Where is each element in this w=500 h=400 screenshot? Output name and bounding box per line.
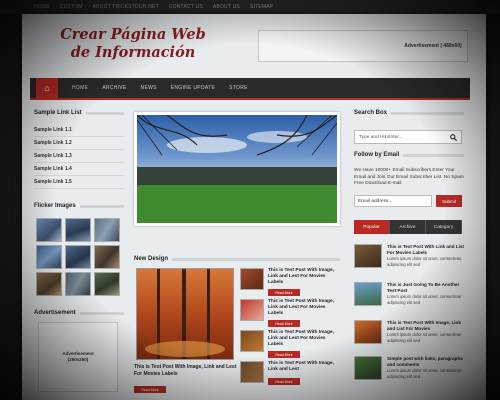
post-title[interactable]: This is Test Post With Image, Link and L… bbox=[268, 330, 334, 348]
post-item: This is Test Post With Image, Link and L… bbox=[240, 299, 340, 329]
nav-item-archive[interactable]: ARCHIVE bbox=[102, 85, 126, 91]
popular-post-title[interactable]: Simple post with links, paragraphs and c… bbox=[387, 356, 465, 368]
follow-description: We Have 10000+ Email Subscribers Enter Y… bbox=[354, 168, 464, 186]
header-ad[interactable]: Advertisement ( 468x60) bbox=[258, 30, 468, 62]
sidebar-tabs: Popular Archive Category bbox=[354, 220, 462, 234]
search-heading: Search Box bbox=[354, 110, 464, 116]
popular-post-title[interactable]: This is Test Post With Link and List For… bbox=[387, 244, 465, 256]
header-ad-label: Advertisement ( 468x60) bbox=[404, 43, 462, 49]
read-more-button[interactable]: Read More bbox=[134, 386, 166, 393]
read-more-button[interactable]: Read More bbox=[268, 289, 300, 296]
link-list-item[interactable]: Sample Link 1.5 bbox=[34, 176, 124, 189]
link-list-item[interactable]: Sample Link 1.3 bbox=[34, 150, 124, 163]
flickr-image[interactable] bbox=[94, 245, 120, 269]
read-more-button[interactable]: Read More bbox=[268, 351, 300, 358]
topbar-link-sitemap[interactable]: SITEMAP bbox=[250, 4, 273, 10]
popular-post: This is Just Going To Be Another Test Po… bbox=[354, 282, 464, 312]
featured-slider[interactable] bbox=[134, 112, 340, 226]
tab-popular[interactable]: Popular bbox=[354, 220, 390, 234]
featured-slider-image bbox=[137, 115, 337, 223]
popular-post: This is Test Post With Image, Link and L… bbox=[354, 320, 464, 350]
sidebar-ad-heading: Advertisement bbox=[34, 310, 124, 316]
popular-post-title[interactable]: This is Test Post With Image, Link and L… bbox=[387, 320, 465, 332]
search-icon[interactable] bbox=[450, 133, 457, 141]
search-input[interactable]: Type and Hit Enter... bbox=[359, 135, 402, 140]
topbar-link-custom[interactable]: CUSTOM bbox=[60, 4, 83, 10]
post-item: This is Test Post With Image, Link and L… bbox=[240, 330, 340, 360]
popular-post-excerpt: Lorem ipsum dolor sit amet, consectetur … bbox=[387, 368, 462, 379]
post-title[interactable]: This is Test Post With Image, Link and L… bbox=[268, 361, 334, 373]
new-design-title: New Design bbox=[134, 256, 169, 262]
popular-post-thumbnail[interactable] bbox=[354, 320, 382, 344]
link-list-item[interactable]: Sample Link 1.1 bbox=[34, 124, 124, 137]
sidebar-ad-size: (250x250) bbox=[67, 357, 89, 362]
site-logo[interactable]: Crear Página Web de Información bbox=[48, 26, 218, 62]
top-bar: HOME CUSTOM ABOUT TRICKSTOUR.NET CONTACT… bbox=[0, 0, 500, 14]
nav-item-home[interactable]: HOME bbox=[72, 85, 88, 91]
topbar-link-home[interactable]: HOME bbox=[34, 4, 50, 10]
flickr-image[interactable] bbox=[94, 218, 120, 242]
link-list-item[interactable]: Sample Link 1.2 bbox=[34, 137, 124, 150]
popular-post-excerpt: Lorem ipsum dolor sit amet, consectetur … bbox=[387, 256, 462, 267]
popular-post: Simple post with links, paragraphs and c… bbox=[354, 356, 464, 386]
topbar-link-contact[interactable]: CONTACT US bbox=[169, 4, 203, 10]
link-list-heading: Sample Link List bbox=[34, 110, 124, 116]
new-design-heading: New Design bbox=[134, 256, 340, 262]
autumn-forest-image bbox=[137, 269, 233, 359]
featured-post-title[interactable]: This is Test Post With Image, Link and L… bbox=[134, 364, 238, 378]
home-icon[interactable]: ⌂ bbox=[36, 78, 58, 98]
link-list-title: Sample Link List bbox=[34, 110, 82, 116]
flickr-image[interactable] bbox=[65, 245, 91, 269]
post-item: This is Test Post With Image, Link and L… bbox=[240, 268, 340, 298]
post-thumbnail[interactable] bbox=[240, 268, 264, 290]
nav-item-engine-update[interactable]: ENGINE UPDATE bbox=[171, 85, 215, 91]
popular-post-title[interactable]: This is Just Going To Be Another Test Po… bbox=[387, 282, 465, 294]
post-thumbnail[interactable] bbox=[240, 330, 264, 352]
nav-item-news[interactable]: NEWS bbox=[141, 85, 157, 91]
flickr-image[interactable] bbox=[65, 218, 91, 242]
featured-post-image[interactable] bbox=[136, 268, 234, 360]
popular-post-thumbnail[interactable] bbox=[354, 244, 382, 268]
main-nav: ⌂ HOME ARCHIVE NEWS ENGINE UPDATE STORE bbox=[30, 78, 470, 100]
flickr-grid bbox=[36, 218, 122, 296]
follow-heading: Follow by Email bbox=[354, 152, 464, 158]
logo-line-2: de Información bbox=[70, 44, 196, 61]
popular-post-excerpt: Lorem ipsum dolor sit amet, consectetur … bbox=[387, 332, 462, 343]
submit-button[interactable]: Submit bbox=[436, 195, 462, 207]
link-list-item[interactable]: Sample Link 1.4 bbox=[34, 163, 124, 176]
email-field[interactable]: Email address... bbox=[354, 195, 432, 207]
topbar-link-about-us[interactable]: ABOUT US bbox=[213, 4, 240, 10]
follow-title: Follow by Email bbox=[354, 152, 400, 158]
nav-item-store[interactable]: STORE bbox=[229, 85, 248, 91]
sidebar-ad[interactable]: Advertisement (250x250) bbox=[38, 322, 118, 392]
read-more-button[interactable]: Read More bbox=[268, 320, 300, 327]
flickr-heading: Flicker Images bbox=[34, 203, 124, 209]
post-thumbnail[interactable] bbox=[240, 361, 264, 383]
flickr-title: Flicker Images bbox=[34, 203, 76, 209]
search-box[interactable]: Type and Hit Enter... bbox=[354, 130, 462, 144]
post-title[interactable]: This is Test Post With Image, Link and L… bbox=[268, 268, 334, 286]
flickr-image[interactable] bbox=[65, 272, 91, 296]
post-thumbnail[interactable] bbox=[240, 299, 264, 321]
tab-category[interactable]: Category bbox=[426, 220, 462, 234]
topbar-link-about-site[interactable]: ABOUT TRICKSTOUR.NET bbox=[93, 4, 159, 10]
link-list: Sample Link 1.1 Sample Link 1.2 Sample L… bbox=[34, 124, 124, 189]
flickr-image[interactable] bbox=[36, 272, 62, 296]
flickr-image[interactable] bbox=[36, 245, 62, 269]
popular-post: This is Test Post With Link and List For… bbox=[354, 244, 464, 274]
popular-post-thumbnail[interactable] bbox=[354, 356, 382, 380]
post-item: This is Test Post With Image, Link and L… bbox=[240, 361, 340, 391]
sidebar-ad-title: Advertisement bbox=[34, 310, 76, 316]
post-title[interactable]: This is Test Post With Image, Link and L… bbox=[268, 299, 334, 317]
read-more-button[interactable]: Read More bbox=[268, 378, 300, 385]
logo-line-1: Crear Página Web bbox=[60, 26, 206, 43]
tab-archive[interactable]: Archive bbox=[390, 220, 426, 234]
popular-post-excerpt: Lorem ipsum dolor sit amet, consectetur … bbox=[387, 294, 462, 305]
flickr-image[interactable] bbox=[36, 218, 62, 242]
search-title: Search Box bbox=[354, 110, 388, 116]
popular-post-thumbnail[interactable] bbox=[354, 282, 382, 306]
flickr-image[interactable] bbox=[94, 272, 120, 296]
